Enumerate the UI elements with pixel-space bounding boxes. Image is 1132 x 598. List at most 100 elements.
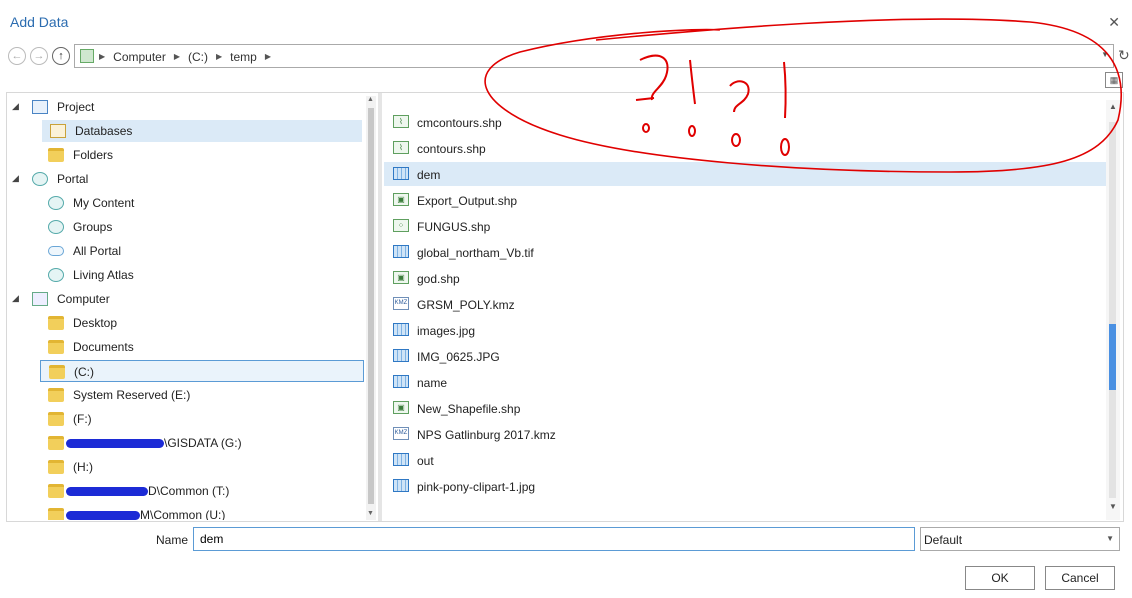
line-layer-icon: ⌇ (393, 141, 409, 154)
tree-item[interactable]: My Content (8, 192, 366, 214)
file-list-scrollbar[interactable]: ▲ ▼ (1106, 100, 1120, 520)
filter-value: Default (924, 533, 963, 547)
raster-layer-icon (393, 323, 409, 336)
tree-item[interactable]: D\Common (T:) (8, 480, 366, 502)
close-icon[interactable]: ✕ (1108, 14, 1120, 31)
file-name: IMG_0625.JPG (417, 350, 500, 364)
file-name: images.jpg (417, 324, 476, 338)
tree-item[interactable]: All Portal (8, 240, 366, 262)
tree-scroll-thumb[interactable] (368, 108, 374, 504)
raster-layer-icon (393, 479, 409, 492)
file-name: NPS Gatlinburg 2017.kmz (417, 428, 556, 442)
pane-splitter[interactable] (378, 92, 382, 522)
file-scroll-thumb[interactable] (1109, 324, 1116, 390)
chevron-down-icon[interactable]: ▼ (1101, 50, 1109, 59)
folder-icon (48, 460, 64, 474)
tree-item-label: My Content (73, 196, 135, 210)
tree-item[interactable]: Databases (42, 120, 362, 142)
tree-item-label: Databases (75, 124, 133, 138)
tree-item-label: Living Atlas (73, 268, 134, 282)
tree-item[interactable]: Living Atlas (8, 264, 366, 286)
tree-scrollbar[interactable]: ▲ ▼ (366, 96, 376, 520)
file-name: FUNGUS.shp (417, 220, 491, 234)
raster-layer-icon (393, 245, 409, 258)
back-icon[interactable]: ← (8, 47, 26, 65)
kmz-layer-icon: KMZ (393, 427, 409, 440)
breadcrumb-c-drive[interactable]: (C:) (188, 50, 208, 64)
file-row[interactable]: ⌇ contours.shp (384, 136, 1106, 160)
pc-icon (32, 292, 48, 306)
proj-icon (32, 100, 48, 114)
folder-icon (48, 484, 64, 498)
name-input[interactable] (193, 527, 915, 551)
tree-item[interactable]: (C:) (40, 360, 364, 382)
file-row[interactable]: ▣ New_Shapefile.shp (384, 396, 1106, 420)
tree-item-label: (F:) (73, 412, 92, 426)
file-row[interactable]: images.jpg (384, 318, 1106, 342)
poly-layer-icon: ▣ (393, 193, 409, 206)
tree-item[interactable]: Documents (8, 336, 366, 358)
tree-item[interactable]: ◢ Project (8, 96, 366, 118)
file-row[interactable]: name (384, 370, 1106, 394)
folder-icon (49, 365, 65, 379)
tree-item[interactable]: Groups (8, 216, 366, 238)
tree-item[interactable]: \GISDATA (G:) (8, 432, 366, 454)
file-row[interactable]: global_northam_Vb.tif (384, 240, 1106, 264)
navigation-tree: ◢ Project Databases Folders ◢ Portal My Conten… (8, 96, 366, 520)
expand-arrow-icon[interactable]: ◢ (12, 101, 19, 112)
kmz-layer-icon: KMZ (393, 297, 409, 310)
file-row[interactable]: KMZ NPS Gatlinburg 2017.kmz (384, 422, 1106, 446)
file-row[interactable]: ⁘ FUNGUS.shp (384, 214, 1106, 238)
tree-item[interactable]: ◢ Portal (8, 168, 366, 190)
file-row[interactable]: ▣ god.shp (384, 266, 1106, 290)
redaction-scribble (66, 487, 148, 496)
tree-item[interactable]: M\Common (U:) (8, 504, 366, 520)
file-row[interactable]: ⌇ cmcontours.shp (384, 110, 1106, 134)
forward-icon[interactable]: → (30, 47, 48, 65)
tree-item[interactable]: System Reserved (E:) (8, 384, 366, 406)
refresh-icon[interactable]: ↻ (1118, 47, 1130, 64)
file-row[interactable]: KMZ GRSM_POLY.kmz (384, 292, 1106, 316)
redaction-scribble (66, 439, 164, 448)
scroll-down-icon[interactable]: ▼ (1109, 502, 1117, 511)
scroll-up-icon[interactable]: ▲ (1109, 102, 1117, 111)
raster-layer-icon (393, 167, 409, 180)
folder-icon (48, 388, 64, 402)
expand-arrow-icon[interactable]: ◢ (12, 293, 19, 304)
tree-item-label: D\Common (T:) (148, 484, 230, 498)
tree-item-label: Documents (73, 340, 134, 354)
file-row[interactable]: pink-pony-clipart-1.jpg (384, 474, 1106, 498)
filter-select[interactable]: Default ▼ (920, 527, 1120, 551)
file-row[interactable]: dem (384, 162, 1106, 186)
tree-item[interactable]: Folders (8, 144, 366, 166)
line-layer-icon: ⌇ (393, 115, 409, 128)
address-bar: ← → ↑ ▶ Computer ▶ (C:) ▶ temp ▶ ▼ ↻ (8, 44, 1130, 70)
path-box[interactable]: ▶ Computer ▶ (C:) ▶ temp ▶ ▼ (74, 44, 1114, 68)
file-name: Export_Output.shp (417, 194, 518, 208)
tree-item-label: Project (57, 100, 95, 114)
tree-item-label: Portal (57, 172, 89, 186)
file-row[interactable]: IMG_0625.JPG (384, 344, 1106, 368)
globe-icon (48, 268, 64, 282)
scroll-up-icon[interactable]: ▲ (367, 96, 374, 103)
scroll-down-icon[interactable]: ▼ (367, 510, 374, 517)
breadcrumb-temp[interactable]: temp (230, 50, 257, 64)
poly-layer-icon: ▣ (393, 271, 409, 284)
raster-layer-icon (393, 453, 409, 466)
file-name: god.shp (417, 272, 460, 286)
file-row[interactable]: out (384, 448, 1106, 472)
file-name: GRSM_POLY.kmz (417, 298, 515, 312)
ok-button[interactable]: OK (965, 566, 1035, 590)
tree-item[interactable]: (H:) (8, 456, 366, 478)
breadcrumb-computer[interactable]: Computer (113, 50, 166, 64)
tree-item[interactable]: ◢ Computer (8, 288, 366, 310)
file-row[interactable]: ▣ Export_Output.shp (384, 188, 1106, 212)
view-options-icon[interactable]: ▦ (1105, 72, 1123, 88)
dialog-title: Add Data (10, 14, 69, 30)
expand-arrow-icon[interactable]: ◢ (12, 173, 19, 184)
tree-item[interactable]: (F:) (8, 408, 366, 430)
tree-item[interactable]: Desktop (8, 312, 366, 334)
cancel-button[interactable]: Cancel (1045, 566, 1115, 590)
breadcrumb: ▶ Computer ▶ (C:) ▶ temp ▶ (99, 50, 271, 64)
up-icon[interactable]: ↑ (52, 47, 70, 65)
